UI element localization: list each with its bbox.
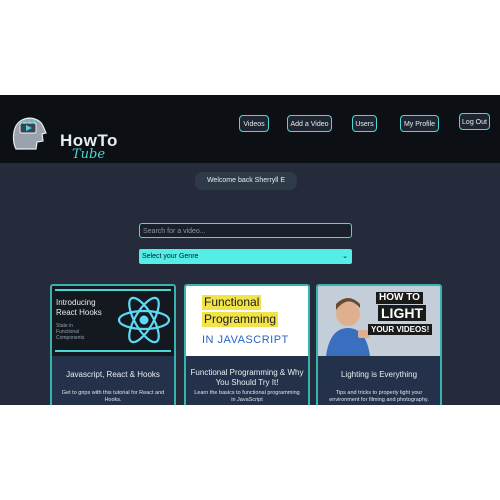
genre-select[interactable]: Select your Genre ⌄ [139, 249, 352, 264]
card-description: Tips and tricks to properly light your e… [329, 390, 429, 403]
video-thumbnail[interactable]: Functional Programming IN JAVASCRIPT [186, 286, 308, 356]
logo-subtext: Tube [72, 147, 106, 162]
howtotube-logo[interactable]: HowTo Tube [8, 109, 128, 162]
card-title: Lighting is Everything [340, 370, 418, 379]
card-title: Functional Programming & Why You Should … [190, 368, 304, 387]
card-description: Get to grips with this tutorial for Reac… [61, 390, 165, 403]
welcome-badge: Welcome back Sherryll E [195, 172, 297, 190]
top-header: HowTo Tube Videos Add a Video Users My P… [0, 95, 500, 163]
video-card[interactable]: HOW TO LIGHT YOUR VIDEOS! Lighting is Ev… [316, 284, 442, 405]
video-thumbnail[interactable]: HOW TO LIGHT YOUR VIDEOS! [318, 286, 440, 356]
card-description: Learn the basics to functional programmi… [194, 390, 300, 403]
thumbnail-line2: LIGHT [378, 305, 426, 321]
thumbnail-line2: Programming [202, 312, 279, 327]
thumbnail-title: Introducing React Hooks [56, 298, 102, 317]
video-card[interactable]: Functional Programming IN JAVASCRIPT Fun… [184, 284, 310, 405]
chevron-down-icon: ⌄ [342, 253, 348, 260]
search-input[interactable]: Search for a video... [139, 223, 352, 238]
thumbnail-subtitle: State in Functional Components [56, 323, 85, 341]
nav-users-button[interactable]: Users [352, 115, 377, 132]
genre-select-value: Select your Genre [142, 253, 199, 260]
nav-videos-button[interactable]: Videos [239, 115, 269, 132]
card-title: Javascript, React & Hooks [66, 370, 160, 379]
nav-log-out-button[interactable]: Log Out [459, 113, 490, 130]
video-thumbnail[interactable]: Introducing React Hooks State in Functio… [52, 286, 174, 356]
nav-add-video-button[interactable]: Add a Video [287, 115, 332, 132]
app-window: HowTo Tube Videos Add a Video Users My P… [0, 95, 500, 405]
nav-my-profile-button[interactable]: My Profile [400, 115, 439, 132]
react-logo-icon [117, 296, 171, 344]
logo-head-icon [12, 117, 47, 150]
thumbnail-line1: HOW TO [376, 292, 423, 304]
thumbnail-line3: IN JAVASCRIPT [202, 334, 289, 346]
thumbnail-line3: YOUR VIDEOS! [368, 324, 433, 335]
video-card[interactable]: Introducing React Hooks State in Functio… [50, 284, 176, 405]
thumbnail-line1: Functional [202, 295, 262, 310]
